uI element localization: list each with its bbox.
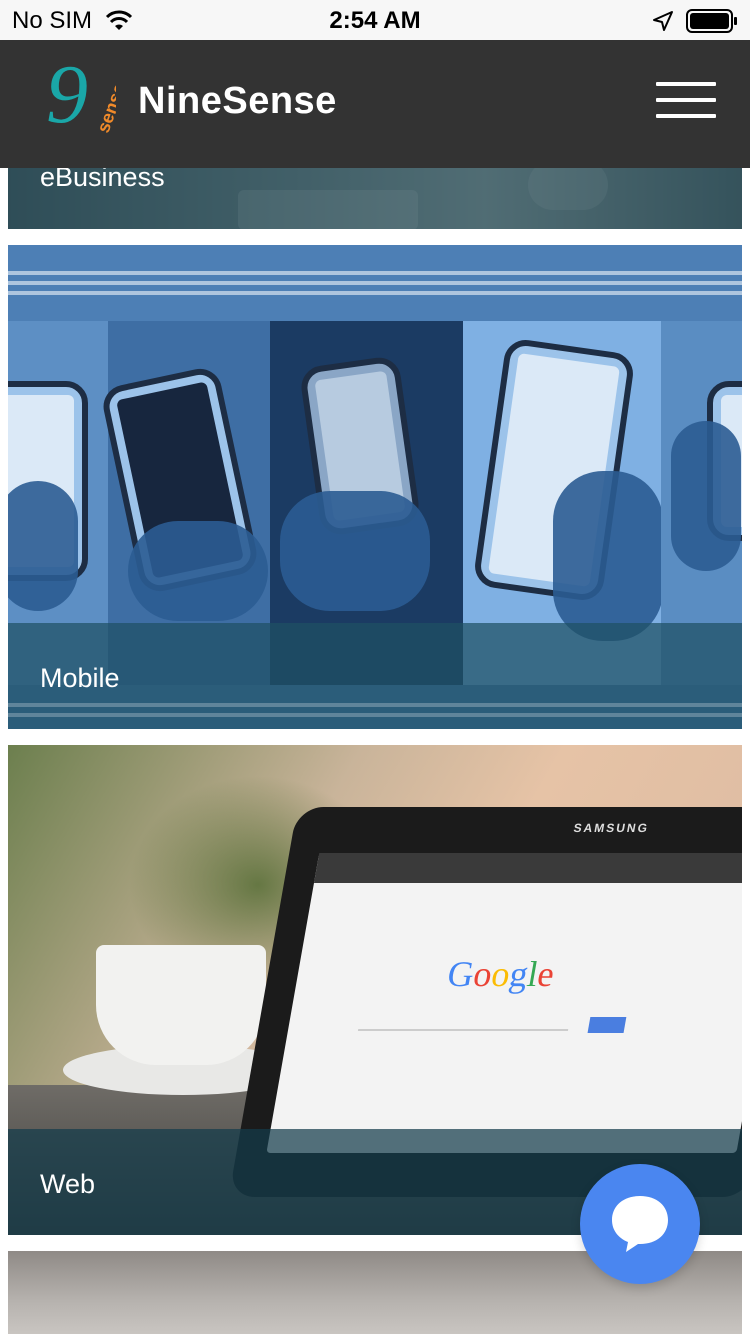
hand-image	[128, 521, 268, 621]
app-header: 9 sense NineSense	[0, 40, 750, 168]
coffee-cup-image	[96, 945, 266, 1065]
svg-text:sense: sense	[93, 81, 116, 136]
clock: 2:54 AM	[329, 7, 421, 34]
chat-button[interactable]	[580, 1164, 700, 1284]
google-logo: Google	[444, 954, 558, 994]
card-label: Web	[40, 1169, 96, 1199]
battery-icon	[686, 9, 737, 33]
browser-url-bar	[313, 853, 742, 883]
hamburger-menu-icon[interactable]	[652, 80, 720, 122]
image-stripe	[8, 703, 742, 707]
tablet-display: Google	[266, 853, 742, 1153]
app-screen: No SIM 2:54 AM 9 sense NineSense eBusine…	[0, 0, 750, 1334]
search-button-image	[587, 1017, 627, 1033]
image-stripe	[8, 713, 742, 717]
hand-image	[280, 491, 430, 611]
menu-line	[656, 98, 716, 102]
image-stripe	[8, 271, 742, 275]
card-web[interactable]: SAMSUNG Google Web	[8, 745, 742, 1235]
chat-bubble-icon	[612, 1196, 668, 1252]
location-arrow-icon	[653, 11, 673, 31]
hand-image	[553, 471, 663, 641]
card-mobile[interactable]: Mobile	[8, 245, 742, 729]
search-box-image	[357, 1013, 572, 1031]
hand-image	[8, 481, 78, 611]
image-stripe	[8, 291, 742, 295]
tablet-brand: SAMSUNG	[572, 821, 651, 835]
status-bar: No SIM 2:54 AM	[0, 0, 750, 40]
menu-line	[656, 114, 716, 118]
ninesense-logo[interactable]: 9 sense	[44, 54, 116, 142]
brand-name[interactable]: NineSense	[138, 80, 337, 123]
hand-image	[671, 421, 741, 571]
svg-text:9: 9	[46, 54, 88, 141]
image-stripe	[8, 281, 742, 285]
card-label: Mobile	[40, 663, 120, 693]
menu-line	[656, 82, 716, 86]
